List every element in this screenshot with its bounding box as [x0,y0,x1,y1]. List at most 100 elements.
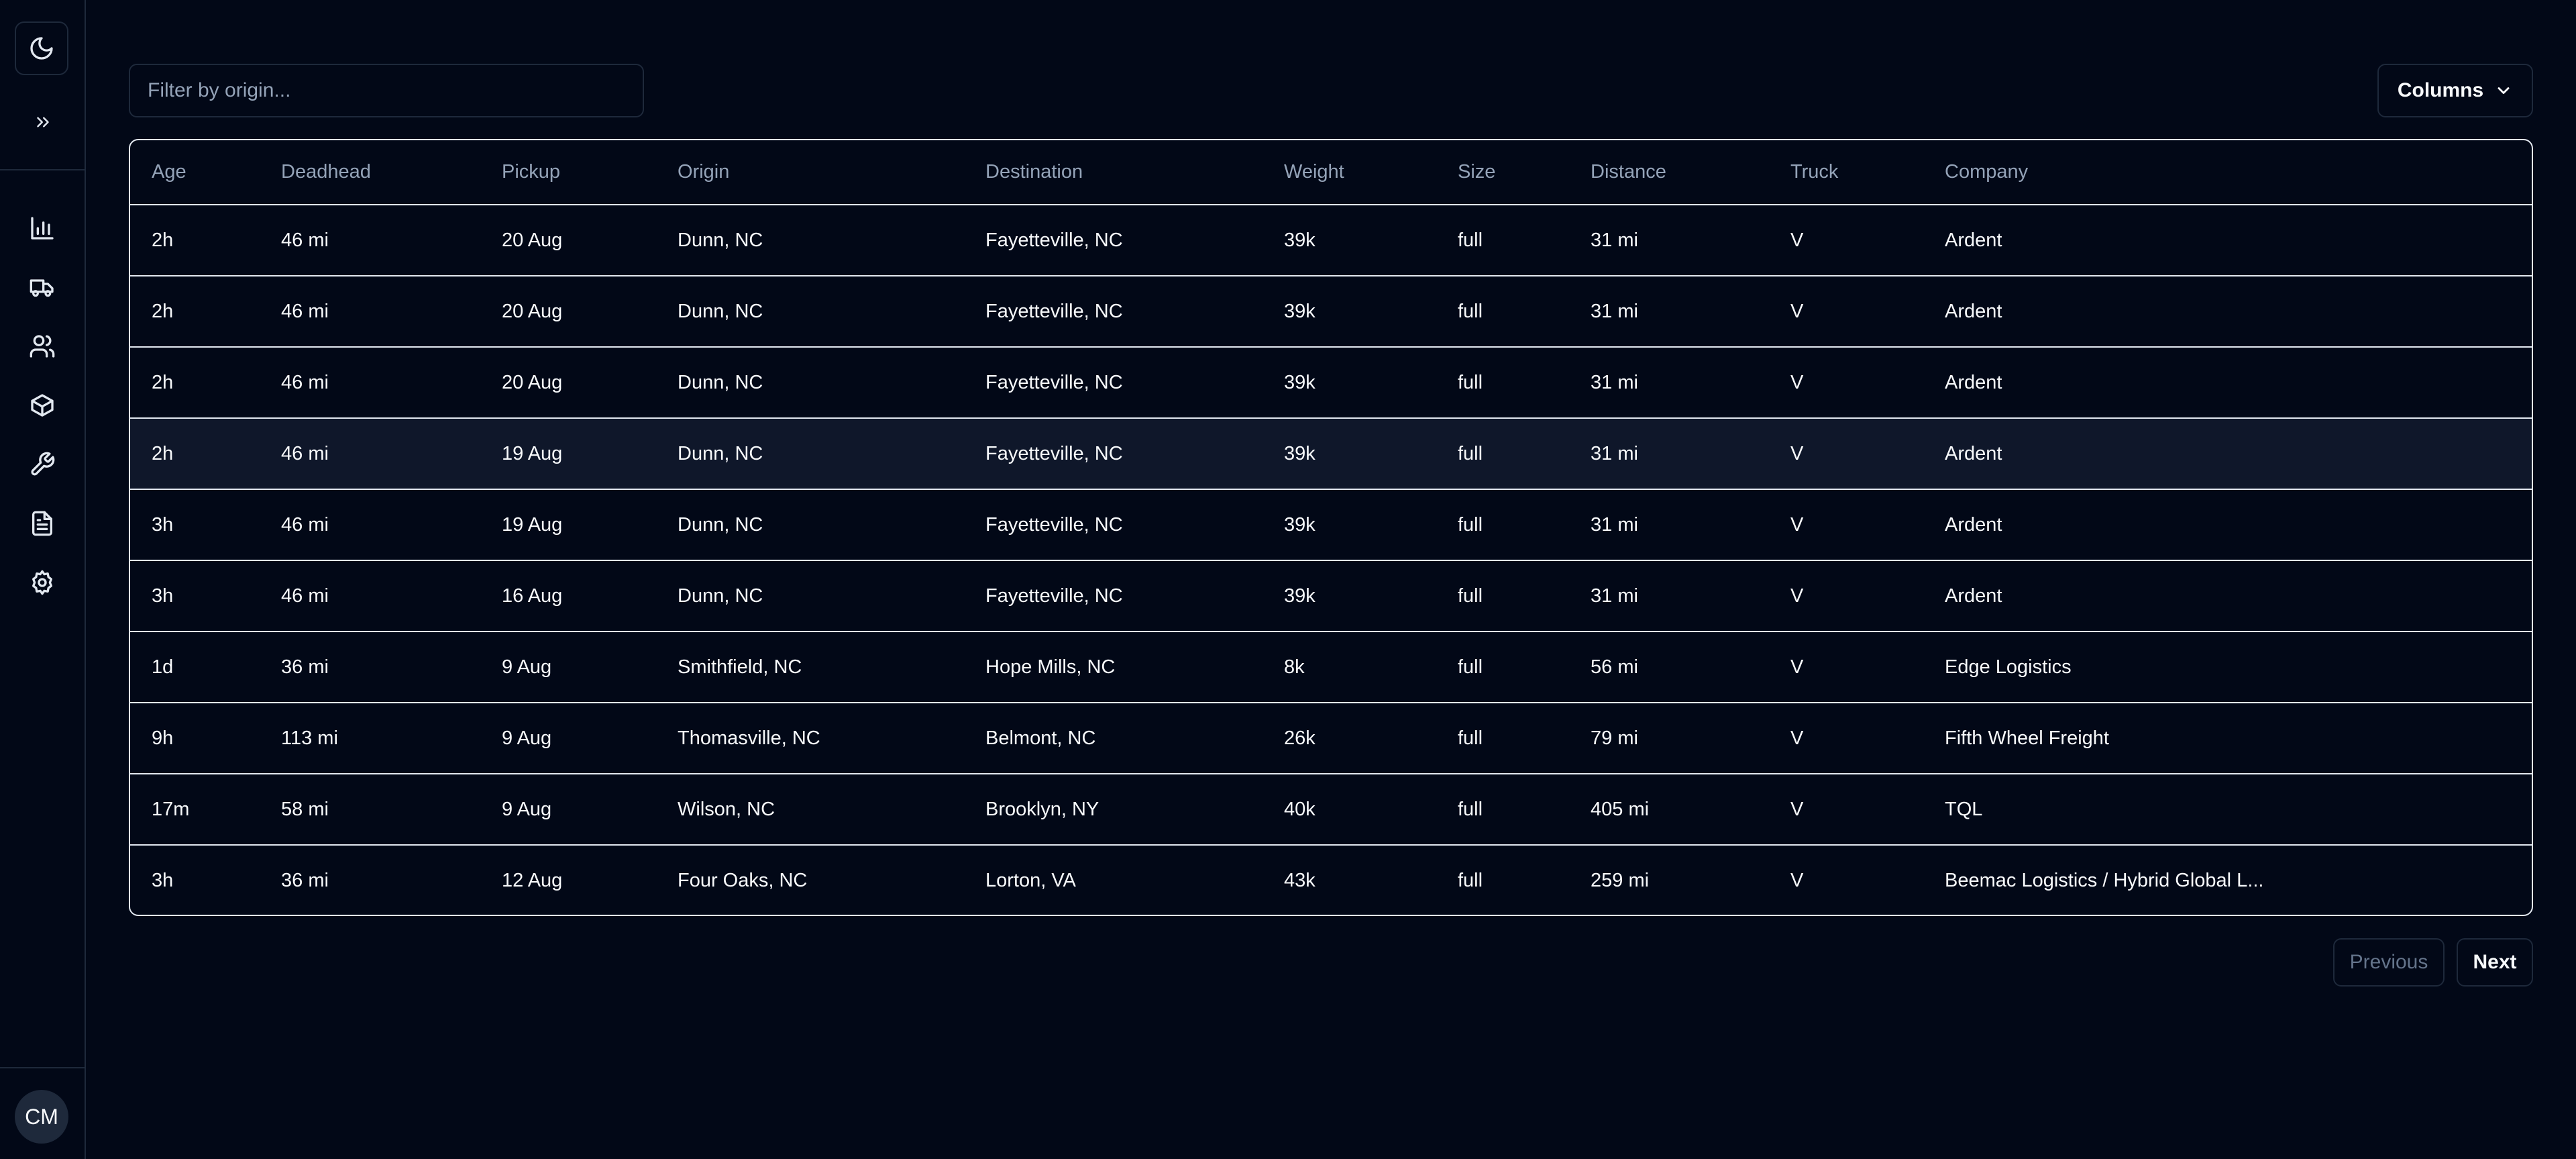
column-header-distance[interactable]: Distance [1569,140,1769,205]
cell-origin: Dunn, NC [656,489,964,561]
column-header-pickup[interactable]: Pickup [480,140,656,205]
theme-toggle-button[interactable] [15,21,68,75]
sidebar-divider-bottom [0,1067,85,1068]
cell-origin: Thomasville, NC [656,703,964,774]
cell-company: Ardent [1923,418,2532,490]
table-row[interactable]: 2h 46 mi 19 Aug Dunn, NC Fayetteville, NC 39k… [130,418,2532,490]
chevrons-right-icon [37,117,49,128]
nav-item-tools[interactable] [0,435,85,494]
user-avatar[interactable]: CM [15,1090,68,1144]
cell-deadhead: 46 mi [260,489,480,561]
table-row[interactable]: 2h 46 mi 20 Aug Dunn, NC Fayetteville, NC 39k… [130,205,2532,276]
cell-weight: 39k [1263,489,1436,561]
nav-item-documents[interactable] [0,494,85,553]
column-header-deadhead[interactable]: Deadhead [260,140,480,205]
cell-weight: 39k [1263,418,1436,490]
cell-pickup: 12 Aug [502,870,563,891]
cell-pickup: 20 Aug [480,347,656,419]
cell-truck: V [1769,489,1923,561]
next-page-button[interactable]: Next [2457,938,2533,987]
truck-icon [30,279,54,297]
cell-size: full [1436,418,1569,490]
cell-deadhead: 36 mi [260,632,480,703]
table-row[interactable]: 3h 36 mi 12 Aug Four Oaks, NC Lorton, VA 43k f… [130,845,2532,915]
columns-button[interactable]: Columns [2377,64,2533,117]
cell-company: Edge Logistics [1923,632,2532,703]
cell-age: 2h [130,418,260,490]
cell-distance: 79 mi [1569,703,1769,774]
table-row[interactable]: 3h 46 mi 16 Aug Dunn, NC Fayetteville, NC 39k… [130,560,2532,632]
cell-truck: V [1769,703,1923,774]
cell-age: 9h [130,703,260,774]
cell-origin: Smithfield, NC [656,632,964,703]
nav-item-settings[interactable] [0,553,85,612]
table-row[interactable]: 9h 113 mi 9 Aug Thomasville, NC Belmont, NC 2… [130,703,2532,774]
table-row[interactable]: 17m 58 mi 9 Aug Wilson, NC Brooklyn, NY 40k fu… [130,774,2532,846]
filter-origin-input[interactable] [129,64,644,117]
cell-size: full [1436,489,1569,561]
column-header-weight[interactable]: Weight [1263,140,1436,205]
cell-distance: 31 mi [1569,205,1769,276]
cell-truck: V [1790,870,1804,891]
cell-age: 3h [130,489,260,561]
expand-sidebar-button[interactable] [30,109,56,136]
cell-company: Ardent [1923,560,2532,632]
cell-age: 1d [130,632,260,703]
cell-weight: 39k [1263,205,1436,276]
cell-weight: 39k [1263,560,1436,632]
column-header-company[interactable]: Company [1923,140,2532,205]
cell-pickup: 16 Aug [480,560,656,632]
column-header-origin[interactable]: Origin [656,140,964,205]
cell-destination: Fayetteville, NC [964,418,1263,490]
cell-company: Ardent [1923,205,2532,276]
cell-distance: 31 mi [1569,489,1769,561]
cell-origin: Dunn, NC [656,276,964,348]
cell-distance: 31 mi [1569,347,1769,419]
table-row[interactable]: 2h 46 mi 20 Aug Dunn, NC Fayetteville, NC 39k… [130,347,2532,419]
column-header-age[interactable]: Age [130,140,260,205]
cell-pickup: 20 Aug [480,276,656,348]
cell-size: full [1436,703,1569,774]
cell-origin: Dunn, NC [656,418,964,490]
cell-age: 2h [130,347,260,419]
cell-truck: V [1769,276,1923,348]
cell-origin: Dunn, NC [656,347,964,419]
cell-weight: 43k [1284,870,1316,891]
cell-destination: Lorton, VA [985,870,1076,891]
previous-page-button[interactable]: Previous [2333,938,2445,987]
nav-item-loads[interactable] [0,258,85,317]
cell-distance: 56 mi [1569,632,1769,703]
nav-item-analytics[interactable] [0,199,85,258]
column-header-destination[interactable]: Destination [964,140,1263,205]
package-icon [31,394,54,417]
cell-truck: V [1769,560,1923,632]
cell-company: Ardent [1923,489,2532,561]
cell-origin: Dunn, NC [656,560,964,632]
column-header-truck[interactable]: Truck [1769,140,1923,205]
cell-company: Fifth Wheel Freight [1923,703,2532,774]
cell-deadhead: 46 mi [260,560,480,632]
cell-destination: Fayetteville, NC [964,347,1263,419]
cell-pickup: 19 Aug [480,418,656,490]
cell-truck: V [1769,418,1923,490]
cell-age: 3h [130,560,260,632]
column-header-size[interactable]: Size [1436,140,1569,205]
table-row[interactable]: 1d 36 mi 9 Aug Smithfield, NC Hope Mills, NC… [130,632,2532,703]
cell-size: full [1436,205,1569,276]
file-text-icon [32,511,53,536]
nav-item-users[interactable] [0,317,85,376]
cell-age: 17m [130,774,260,846]
table-row[interactable]: 2h 46 mi 20 Aug Dunn, NC Fayetteville, NC 39k… [130,276,2532,348]
cell-weight: 39k [1263,347,1436,419]
cell-destination: Fayetteville, NC [964,489,1263,561]
nav-item-packages[interactable] [0,376,85,435]
cell-origin: Dunn, NC [656,205,964,276]
cell-deadhead: 46 mi [260,418,480,490]
columns-button-label: Columns [2397,79,2484,101]
cell-age: 3h [152,870,174,891]
bar-chart-icon [31,217,54,240]
table-row[interactable]: 3h 46 mi 19 Aug Dunn, NC Fayetteville, NC 39k… [130,489,2532,561]
table-body: 2h 46 mi 20 Aug Dunn, NC Fayetteville, NC 39k… [130,205,2532,915]
cell-pickup: 20 Aug [480,205,656,276]
cell-deadhead: 36 mi [281,870,329,891]
